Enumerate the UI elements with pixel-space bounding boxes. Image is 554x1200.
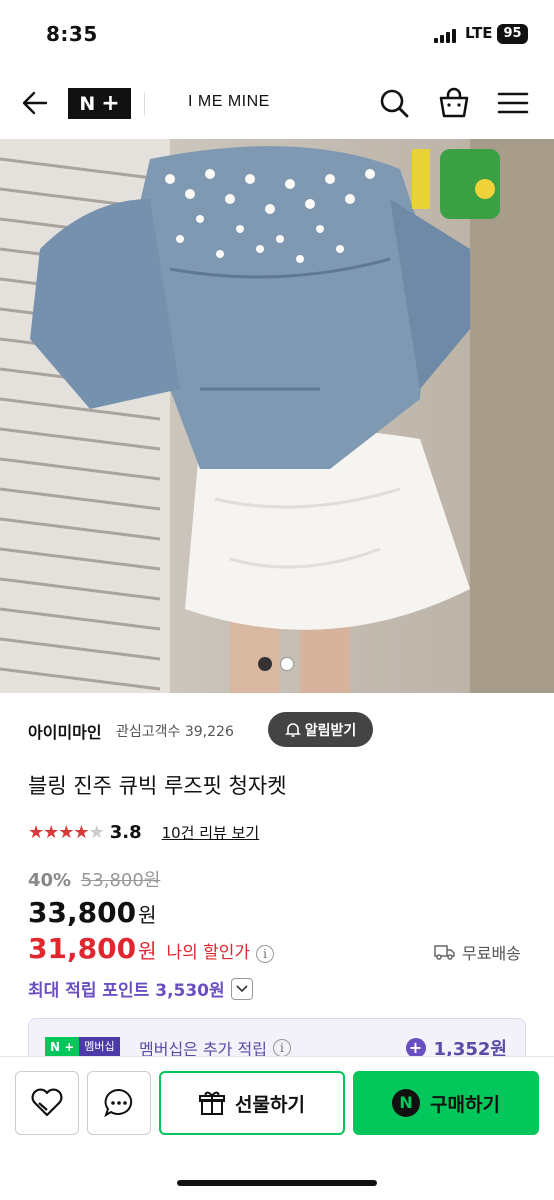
logo-plus: +: [101, 91, 120, 116]
interest-label: 관심고객수: [116, 724, 181, 740]
discount-percent: 40%: [28, 870, 72, 891]
points-text: 최대 적립 포인트 3,530원: [28, 981, 225, 1001]
gift-icon: [199, 1091, 226, 1115]
back-arrow-icon[interactable]: [20, 88, 50, 118]
talk-button[interactable]: [87, 1071, 151, 1135]
shipping-label: 무료배송: [462, 944, 521, 963]
original-price: 53,800원: [80, 870, 161, 891]
star-full-icon: ★: [58, 821, 74, 843]
gift-button[interactable]: 선물하기: [159, 1071, 345, 1135]
status-time: 8:35: [46, 22, 98, 46]
search-icon[interactable]: [377, 86, 411, 120]
store-name[interactable]: 아이미마인: [28, 719, 102, 743]
product-image[interactable]: [0, 139, 554, 693]
star-empty-icon: ★: [88, 821, 105, 843]
sale-price-unit: 원: [138, 903, 157, 927]
chat-bubble-icon: [104, 1088, 133, 1118]
membership-badge-label: 멤버십: [79, 1037, 120, 1057]
like-button[interactable]: [15, 1071, 79, 1135]
naver-pay-icon: N: [392, 1089, 421, 1117]
info-icon[interactable]: i: [256, 945, 275, 963]
shipping-info: 무료배송: [434, 940, 521, 964]
store-info-row: 아이미마인 관심고객수 39,226 알림받기: [28, 712, 528, 750]
star-rating: ★★★★★: [28, 821, 105, 843]
notify-button[interactable]: 알림받기: [268, 712, 373, 747]
naver-plus-logo[interactable]: N +: [68, 88, 131, 119]
gift-label: 선물하기: [235, 1093, 305, 1116]
my-price-unit: 원: [138, 939, 157, 963]
my-price-value: 31,800: [28, 932, 137, 965]
notify-label: 알림받기: [304, 722, 357, 739]
menu-icon[interactable]: [496, 86, 530, 120]
carousel-dot[interactable]: [280, 657, 294, 671]
carousel-dot-active[interactable]: [258, 657, 272, 671]
star-full-icon: ★: [28, 821, 44, 843]
battery-icon: 95: [497, 24, 528, 44]
my-price-label: 나의 할인가: [166, 943, 251, 963]
membership-badge: N + 멤버십: [45, 1037, 120, 1057]
shop-name[interactable]: I ME MINE: [188, 93, 270, 111]
rating-score: 3.8: [109, 821, 142, 843]
interest-count: 관심고객수 39,226: [116, 721, 234, 741]
star-full-icon: ★: [43, 821, 59, 843]
bell-plus-icon: [284, 722, 301, 737]
buy-button[interactable]: N 구매하기: [353, 1071, 539, 1135]
network-label: LTE: [465, 24, 493, 42]
chevron-down-icon[interactable]: [230, 977, 253, 1000]
product-title: 블링 진주 큐빅 루즈핏 청자켓: [28, 774, 287, 798]
shopping-bag-icon[interactable]: [437, 86, 471, 120]
plus-circle-icon: +: [405, 1038, 426, 1058]
sale-price-value: 33,800: [28, 896, 137, 929]
info-icon[interactable]: i: [272, 1039, 291, 1057]
signal-icon: [434, 27, 458, 43]
top-header: N + I ME MINE: [0, 70, 554, 138]
home-indicator: [177, 1180, 377, 1186]
product-photo: [0, 139, 554, 693]
heart-icon: [31, 1088, 63, 1117]
logo-n: N: [79, 92, 96, 115]
truck-icon: [434, 945, 455, 960]
sale-price: 33,800 원: [28, 896, 156, 929]
interest-value: 39,226: [184, 724, 234, 740]
membership-badge-n: N +: [45, 1037, 80, 1057]
status-bar: 8:35 LTE 95: [0, 0, 554, 70]
my-discount-price: 31,800 원 나의 할인가 i: [28, 932, 275, 965]
max-points[interactable]: 최대 적립 포인트 3,530원: [28, 976, 253, 1001]
bottom-action-bar: 선물하기 N 구매하기: [0, 1056, 554, 1200]
buy-label: 구매하기: [430, 1093, 500, 1116]
review-link[interactable]: 10건 리뷰 보기: [162, 822, 260, 843]
star-full-icon: ★: [73, 821, 89, 843]
rating-row: ★★★★★ 3.8 10건 리뷰 보기: [28, 820, 259, 844]
carousel-indicator: [258, 657, 294, 671]
header-divider: [144, 92, 145, 116]
discount-row: 40% 53,800원: [28, 866, 160, 892]
